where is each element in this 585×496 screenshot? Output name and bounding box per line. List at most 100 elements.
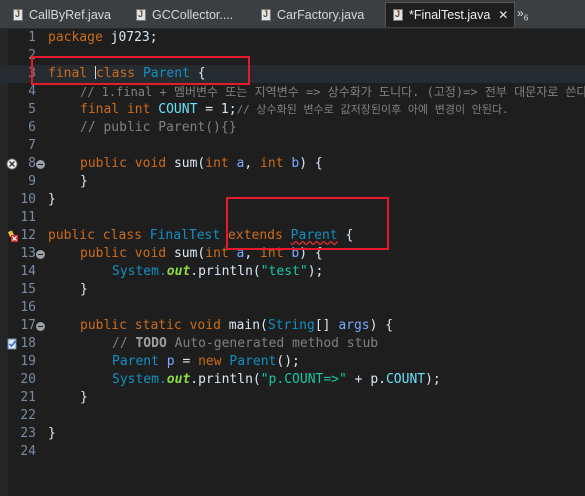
fold-toggle-icon[interactable] — [36, 322, 45, 331]
code-text: = — [197, 102, 221, 117]
line-number: 11 — [20, 210, 36, 225]
param-name: a — [228, 156, 245, 171]
comment: // public Parent(){} — [80, 120, 237, 135]
comment: // 상수화된 변수로 값저장된이후 아예 변경이 안된다. — [236, 103, 509, 116]
comment: // 1.final + 멤버변수 또는 지역변수 => 상수화가 도니다. (… — [80, 85, 585, 99]
comment: Auto-generated method stub — [166, 336, 379, 351]
task-marker-icon[interactable] — [6, 338, 18, 350]
code-text: ) { — [369, 318, 394, 333]
code-text: [] — [314, 318, 339, 333]
keyword: public — [80, 156, 127, 171]
string-literal: "test" — [260, 264, 308, 279]
number-literal: 1 — [220, 102, 229, 117]
overflow-icon: » — [517, 6, 524, 20]
line-number: 20 — [20, 372, 36, 387]
class-ref: System. — [112, 264, 167, 279]
line-number: 17 — [20, 318, 36, 333]
code-line: 21 } — [0, 389, 585, 407]
code-text: .println( — [190, 372, 261, 387]
line-number: 13 — [20, 246, 36, 261]
line-number: 15 — [20, 282, 36, 297]
code-line: 19 Parent p = new Parent(); — [0, 353, 585, 371]
class-ref: String — [267, 318, 315, 333]
param-name: b — [283, 156, 300, 171]
class-ref: Parent — [112, 354, 159, 369]
static-field: out — [166, 264, 191, 279]
tab-label: CarFactory.java — [277, 8, 365, 22]
code-text: } — [80, 174, 88, 189]
param-name: args — [338, 318, 370, 333]
code-line: 20 System.out.println("p.COUNT=>" + p.CO… — [0, 371, 585, 389]
line-number: 16 — [20, 300, 36, 315]
method-name: main — [228, 318, 261, 333]
class-name: FinalTest — [149, 228, 221, 243]
keyword: int — [260, 156, 284, 171]
code-text: ( — [260, 318, 268, 333]
keyword: final — [80, 102, 120, 117]
keyword: package — [48, 30, 103, 45]
line-number: 9 — [28, 174, 36, 189]
code-line: 14 System.out.println("test"); — [0, 263, 585, 281]
keyword: public — [48, 228, 95, 243]
static-field: out — [166, 372, 191, 387]
tab-label: CallByRef.java — [29, 8, 111, 22]
line-number: 5 — [28, 102, 36, 117]
keyword: public — [80, 318, 127, 333]
code-line: 8 public void sum(int a, int b) { — [0, 155, 585, 173]
code-text: + — [346, 372, 371, 387]
code-text: .println( — [190, 264, 261, 279]
keyword: int — [126, 102, 151, 117]
code-text: ); — [307, 264, 324, 279]
tab-gccollector[interactable]: GCCollector.... — [135, 4, 233, 26]
code-line: 18 // TODO Auto-generated method stub — [0, 335, 585, 353]
line-number: 10 — [20, 192, 36, 207]
comment: // — [112, 336, 136, 351]
tab-label: GCCollector.... — [152, 8, 234, 22]
overflow-count: 6 — [523, 13, 529, 23]
field-name: COUNT — [385, 372, 426, 387]
keyword: int — [205, 156, 229, 171]
code-line: 7 — [0, 137, 585, 155]
fold-toggle-icon[interactable] — [36, 250, 45, 259]
java-file-icon — [260, 8, 272, 22]
error-quickfix-icon[interactable] — [6, 230, 18, 242]
code-line: 9 } — [0, 173, 585, 191]
override-error-icon[interactable] — [6, 158, 18, 170]
todo-tag: TODO — [135, 336, 167, 351]
line-number: 22 — [20, 408, 36, 423]
keyword: class — [102, 228, 142, 243]
code-line: 6 // public Parent(){} — [0, 119, 585, 137]
code-text: p. — [370, 372, 386, 387]
code-line: 24 — [0, 443, 585, 461]
keyword: void — [134, 156, 167, 171]
code-text: j0723; — [102, 30, 158, 45]
tab-label: *FinalTest.java — [409, 8, 491, 22]
close-icon[interactable]: ✕ — [498, 8, 508, 22]
keyword: static — [134, 318, 182, 333]
line-number: 24 — [20, 444, 36, 459]
code-text: = — [174, 354, 199, 369]
line-number: 19 — [20, 354, 36, 369]
tab-carfactory[interactable]: CarFactory.java — [260, 4, 364, 26]
code-line: 17 public static void main(String[] args… — [0, 317, 585, 335]
code-line: 1 package j0723; — [0, 29, 585, 47]
fold-toggle-icon[interactable] — [36, 160, 45, 169]
tab-callbyref[interactable]: CallByRef.java — [12, 4, 111, 26]
code-text: , — [244, 156, 261, 171]
tab-overflow-button[interactable]: »6 — [517, 6, 528, 22]
code-line: 22 — [0, 407, 585, 425]
java-file-icon — [12, 8, 24, 22]
variable-name: p — [158, 354, 175, 369]
line-number: 21 — [20, 390, 36, 405]
java-file-icon — [135, 8, 147, 22]
line-number: 23 — [20, 426, 36, 441]
line-number: 6 — [28, 120, 36, 135]
code-text: } — [80, 282, 88, 297]
code-text: } — [48, 192, 56, 207]
java-file-error-icon — [392, 8, 404, 22]
code-text: ; — [228, 102, 237, 117]
code-text: ) { — [299, 156, 323, 171]
line-number: 1 — [28, 30, 36, 45]
keyword: new — [198, 354, 222, 369]
tab-finaltest[interactable]: *FinalTest.java ✕ — [385, 2, 516, 27]
